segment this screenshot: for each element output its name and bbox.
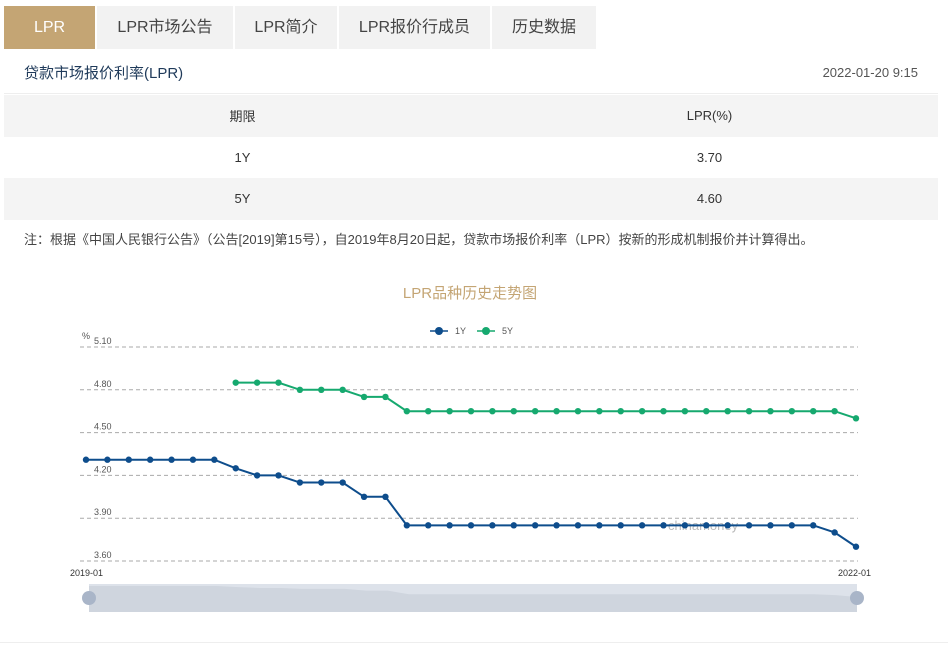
- data-point-5Y: [510, 408, 517, 415]
- data-point-1Y: [596, 522, 603, 529]
- data-point-1Y: [660, 522, 667, 529]
- data-point-1Y: [681, 522, 689, 529]
- data-point-1Y: [724, 522, 731, 529]
- data-point-5Y: [617, 408, 624, 415]
- data-point-5Y: [574, 408, 582, 415]
- data-point-1Y: [574, 522, 582, 529]
- y-tick-label: 3.60: [94, 550, 112, 560]
- data-point-5Y: [467, 408, 475, 415]
- data-point-1Y: [810, 522, 817, 529]
- data-point-1Y: [211, 456, 218, 463]
- data-point-1Y: [510, 522, 517, 529]
- data-point-1Y: [446, 522, 453, 529]
- data-point-1Y: [189, 456, 197, 463]
- data-point-1Y: [360, 493, 368, 500]
- legend-marker-5Y: [482, 327, 490, 335]
- data-point-1Y: [788, 522, 796, 529]
- data-point-5Y: [745, 408, 753, 415]
- data-point-1Y: [125, 456, 132, 463]
- data-point-1Y: [339, 479, 346, 486]
- data-point-1Y: [296, 479, 304, 486]
- data-point-1Y: [531, 522, 539, 529]
- x-tick-label: 2022-01: [838, 568, 871, 578]
- data-point-5Y: [638, 408, 646, 415]
- data-point-1Y: [275, 472, 282, 479]
- data-point-1Y: [617, 522, 624, 529]
- data-point-5Y: [253, 379, 261, 386]
- data-point-5Y: [403, 408, 411, 415]
- data-point-5Y: [681, 408, 689, 415]
- data-point-5Y: [275, 379, 282, 386]
- data-point-1Y: [382, 493, 389, 500]
- data-point-1Y: [767, 522, 774, 529]
- data-point-1Y: [253, 472, 261, 479]
- data-point-1Y: [425, 522, 432, 529]
- zoom-slider-left-handle[interactable]: [82, 591, 96, 605]
- data-point-5Y: [446, 408, 453, 415]
- data-point-1Y: [146, 456, 154, 463]
- series-line-1Y: [86, 458, 857, 548]
- data-point-5Y: [660, 408, 667, 415]
- data-point-5Y: [596, 408, 603, 415]
- legend-marker-1Y: [435, 327, 443, 335]
- data-point-5Y: [232, 379, 239, 386]
- data-point-5Y: [724, 408, 731, 415]
- data-point-1Y: [82, 456, 90, 463]
- legend-label: 5Y: [502, 326, 513, 336]
- data-point-1Y: [553, 522, 560, 529]
- lpr-history-chart: 5.104.804.504.203.903.60%2019-01 2022-01c…: [70, 326, 871, 612]
- legend-label: 1Y: [455, 326, 466, 336]
- zoom-slider-right-handle[interactable]: [850, 591, 864, 605]
- data-point-5Y: [318, 386, 325, 393]
- data-point-5Y: [531, 408, 539, 415]
- data-point-1Y: [638, 522, 646, 529]
- y-axis-unit: %: [82, 331, 90, 341]
- data-point-1Y: [852, 543, 860, 550]
- y-tick-label: 3.90: [94, 507, 112, 517]
- y-tick-label: 4.50: [94, 422, 112, 432]
- data-point-1Y: [489, 522, 496, 529]
- data-point-5Y: [852, 415, 860, 422]
- series-line-5Y: [235, 381, 857, 420]
- y-tick-label: 5.10: [94, 336, 112, 346]
- data-point-5Y: [382, 393, 389, 401]
- data-point-1Y: [745, 522, 753, 529]
- bottom-border: [0, 642, 948, 646]
- y-tick-label: 4.80: [94, 379, 112, 389]
- data-point-5Y: [360, 393, 368, 401]
- data-point-1Y: [168, 456, 175, 463]
- data-point-5Y: [810, 408, 817, 415]
- data-point-5Y: [339, 386, 346, 393]
- y-tick-label: 4.20: [94, 464, 112, 474]
- data-point-1Y: [232, 465, 239, 472]
- data-point-5Y: [489, 408, 496, 415]
- data-point-5Y: [831, 408, 838, 415]
- data-point-1Y: [703, 522, 710, 529]
- data-point-5Y: [425, 408, 432, 415]
- data-point-5Y: [296, 386, 304, 393]
- data-point-5Y: [767, 408, 774, 415]
- data-point-5Y: [703, 408, 710, 415]
- data-point-1Y: [467, 522, 475, 529]
- data-point-1Y: [403, 522, 411, 529]
- data-point-5Y: [788, 408, 796, 415]
- data-point-5Y: [553, 408, 560, 415]
- x-tick-label: 2019-01: [70, 568, 103, 578]
- data-point-1Y: [831, 529, 838, 536]
- data-point-1Y: [318, 479, 325, 486]
- data-point-1Y: [104, 456, 111, 463]
